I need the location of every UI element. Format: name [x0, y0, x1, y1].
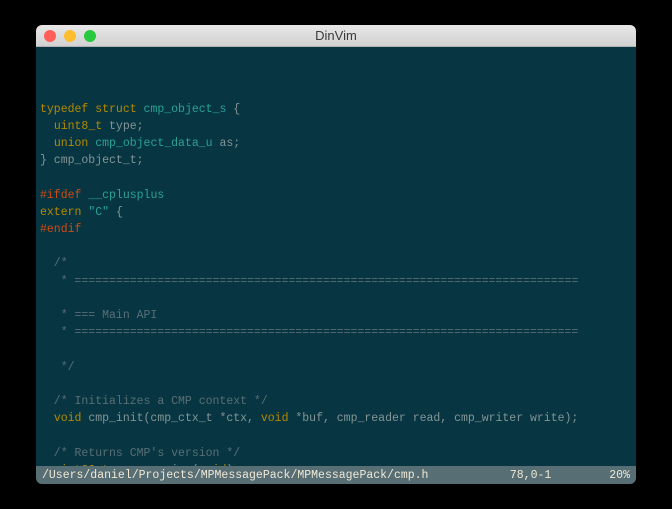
status-scroll-pct: 20%	[609, 469, 630, 482]
struct-name: cmp_object_s	[144, 103, 227, 116]
app-window: DinVim typedef struct cmp_object_s { uin…	[36, 25, 636, 484]
window-title: DinVim	[36, 28, 636, 43]
zoom-icon[interactable]	[84, 30, 96, 42]
open-brace: {	[226, 103, 240, 116]
pp-endif: #endif	[40, 223, 81, 236]
func-decl: );	[226, 464, 240, 466]
kw-void: void	[54, 412, 82, 425]
kw-type: uint8_t	[54, 120, 102, 133]
comment-line: * ======================================…	[40, 275, 578, 288]
comment-line: /* Returns CMP's version */	[40, 447, 240, 460]
kw-extern: extern	[40, 206, 81, 219]
close-icon[interactable]	[44, 30, 56, 42]
comment-line: /* Initializes a CMP context */	[40, 395, 268, 408]
titlebar[interactable]: DinVim	[36, 25, 636, 47]
open-brace-extern: {	[109, 206, 123, 219]
comment-line: */	[40, 361, 75, 374]
minimize-icon[interactable]	[64, 30, 76, 42]
comment-line: * === Main API	[40, 309, 157, 322]
traffic-lights	[44, 30, 96, 42]
union-name: cmp_object_data_u	[95, 137, 212, 150]
close-struct: } cmp_object_t;	[40, 154, 144, 167]
func-decl: cmp_version(	[109, 464, 199, 466]
field-type: type;	[102, 120, 143, 133]
editor-area[interactable]: typedef struct cmp_object_s { uint8_t ty…	[36, 47, 636, 466]
status-line: /Users/daniel/Projects/MPMessagePack/MPM…	[36, 466, 636, 484]
code-content[interactable]: typedef struct cmp_object_s { uint8_t ty…	[36, 81, 636, 466]
status-filepath: /Users/daniel/Projects/MPMessagePack/MPM…	[42, 469, 510, 482]
kw-void: void	[261, 412, 289, 425]
kw-typedef: typedef	[40, 103, 88, 116]
pp-cond: __cplusplus	[88, 189, 164, 202]
pp-ifdef: #ifdef	[40, 189, 81, 202]
kw-void: void	[199, 464, 227, 466]
comment-line: * ======================================…	[40, 326, 578, 339]
comment-line: /*	[40, 257, 68, 270]
kw-union: union	[54, 137, 89, 150]
status-cursor-pos: 78,0-1	[510, 469, 551, 482]
string-c: "C"	[88, 206, 109, 219]
func-decl: *buf, cmp_reader read, cmp_writer write)…	[288, 412, 578, 425]
func-decl: cmp_init(cmp_ctx_t *ctx,	[81, 412, 260, 425]
field-as: as;	[213, 137, 241, 150]
kw-type: uint32_t	[54, 464, 109, 466]
kw-struct: struct	[95, 103, 136, 116]
